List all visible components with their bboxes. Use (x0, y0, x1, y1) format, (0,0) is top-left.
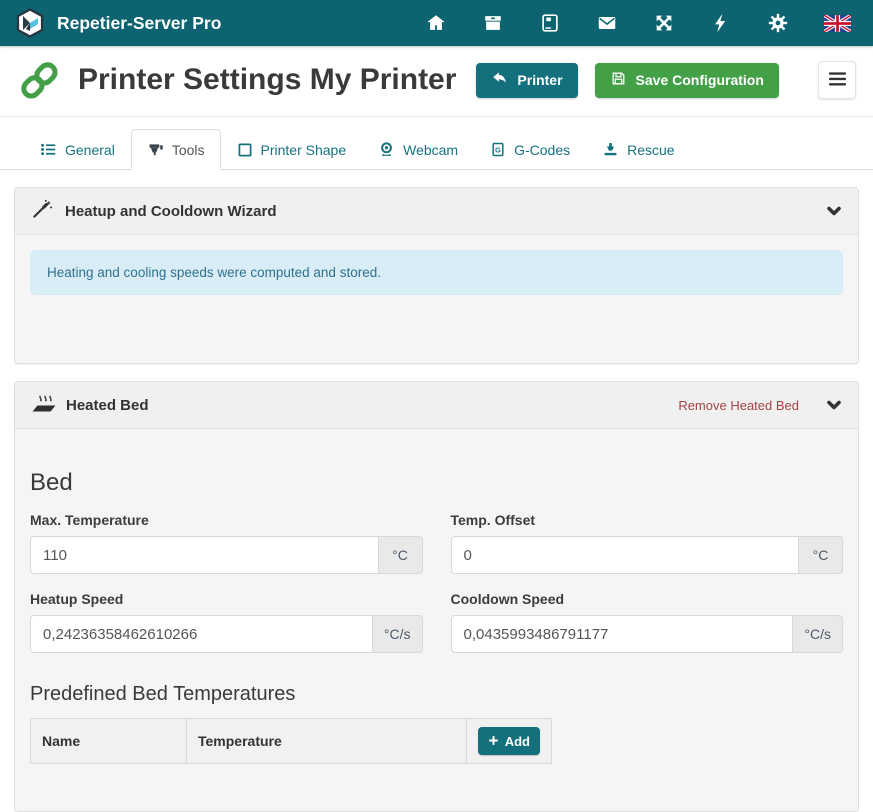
brand-title: Repetier-Server Pro (57, 13, 221, 34)
heatup-speed-field: Heatup Speed °C/s (30, 591, 423, 653)
top-navbar: Repetier-Server Pro (0, 0, 873, 46)
menu-button[interactable] (818, 61, 856, 99)
unit-addon: °C/s (792, 615, 843, 653)
max-temperature-label: Max. Temperature (30, 512, 423, 528)
save-configuration-button[interactable]: Save Configuration (595, 63, 779, 98)
max-temperature-input[interactable] (30, 536, 378, 574)
unit-addon: °C (378, 536, 423, 574)
home-icon[interactable] (425, 12, 447, 34)
tab-webcam[interactable]: Webcam (362, 129, 474, 170)
cooldown-speed-input[interactable] (451, 615, 793, 653)
webcam-icon (378, 141, 395, 158)
printer-icon[interactable] (539, 12, 561, 34)
predefined-bed-temperatures-title: Predefined Bed Temperatures (30, 683, 843, 706)
cooldown-speed-field: Cooldown Speed °C/s (451, 591, 844, 653)
heatup-cooldown-wizard-panel: Heatup and Cooldown Wizard Heating and c… (14, 187, 859, 364)
svg-text:G: G (495, 145, 501, 154)
column-header-name: Name (31, 719, 187, 764)
tab-tools[interactable]: Tools (131, 129, 221, 170)
add-cell: Add (466, 719, 551, 764)
extruder-icon (147, 141, 164, 158)
wizard-panel-header[interactable]: Heatup and Cooldown Wizard (15, 188, 858, 235)
table-header-row: Name Temperature Add (31, 719, 552, 764)
info-alert: Heating and cooling speeds were computed… (30, 250, 843, 295)
heated-bed-panel-header[interactable]: Heated Bed Remove Heated Bed (15, 382, 858, 429)
predefined-temperatures-table: Name Temperature Add (30, 718, 552, 764)
hamburger-icon (829, 72, 846, 89)
link-chain-icon (16, 57, 62, 103)
page-title: Printer Settings My Printer (78, 63, 456, 97)
quick-commands-bolt-icon[interactable] (710, 12, 732, 34)
bed-fields: Max. Temperature °C Temp. Offset °C Heat… (30, 512, 843, 653)
max-temperature-field: Max. Temperature °C (30, 512, 423, 574)
temp-offset-label: Temp. Offset (451, 512, 844, 528)
square-outline-icon (237, 142, 253, 158)
column-header-temperature: Temperature (187, 719, 467, 764)
settings-gear-icon[interactable] (767, 12, 789, 34)
floppy-save-icon (610, 70, 627, 90)
printer-button[interactable]: Printer (476, 63, 577, 98)
heatup-speed-label: Heatup Speed (30, 591, 423, 607)
tab-printer-shape[interactable]: Printer Shape (221, 130, 363, 170)
chevron-down-icon[interactable] (826, 203, 842, 219)
settings-tabs: General Tools Printer Shape (0, 117, 873, 170)
tab-gcodes[interactable]: G G-Codes (474, 129, 586, 170)
chevron-down-icon[interactable] (826, 397, 842, 413)
magic-wand-icon (31, 199, 52, 224)
box-icon[interactable] (482, 12, 504, 34)
wizard-panel-body: Heating and cooling speeds were computed… (15, 235, 858, 363)
unit-addon: °C/s (372, 615, 423, 653)
heated-bed-panel-body: Bed Max. Temperature °C Temp. Offset °C … (15, 429, 858, 811)
heated-bed-panel-title: Heated Bed (66, 397, 149, 414)
wizard-panel-title: Heatup and Cooldown Wizard (65, 203, 277, 220)
back-arrow-icon (491, 70, 508, 90)
unit-addon: °C (798, 536, 843, 574)
fullscreen-icon[interactable] (653, 12, 675, 34)
plus-icon (488, 734, 499, 749)
rescue-nozzle-icon (602, 141, 619, 158)
remove-heated-bed-link[interactable]: Remove Heated Bed (678, 398, 799, 413)
brand[interactable]: Repetier-Server Pro (15, 8, 221, 38)
add-temperature-button[interactable]: Add (478, 727, 540, 755)
heatup-speed-input[interactable] (30, 615, 372, 653)
gcode-file-icon: G (490, 141, 506, 158)
tab-general[interactable]: General (24, 129, 131, 170)
tab-rescue[interactable]: Rescue (586, 129, 690, 170)
heated-bed-panel: Heated Bed Remove Heated Bed Bed Max. Te… (14, 381, 859, 812)
temp-offset-input[interactable] (451, 536, 799, 574)
heated-bed-icon (31, 392, 57, 418)
bed-section-title: Bed (30, 469, 843, 497)
temp-offset-field: Temp. Offset °C (451, 512, 844, 574)
messages-icon[interactable] (596, 12, 618, 34)
page-header: Printer Settings My Printer Printer Save… (0, 46, 873, 117)
cooldown-speed-label: Cooldown Speed (451, 591, 844, 607)
language-flag-icon[interactable] (824, 15, 851, 32)
repetier-logo-icon (15, 8, 45, 38)
navbar-icons (425, 12, 851, 34)
list-icon (40, 141, 57, 158)
